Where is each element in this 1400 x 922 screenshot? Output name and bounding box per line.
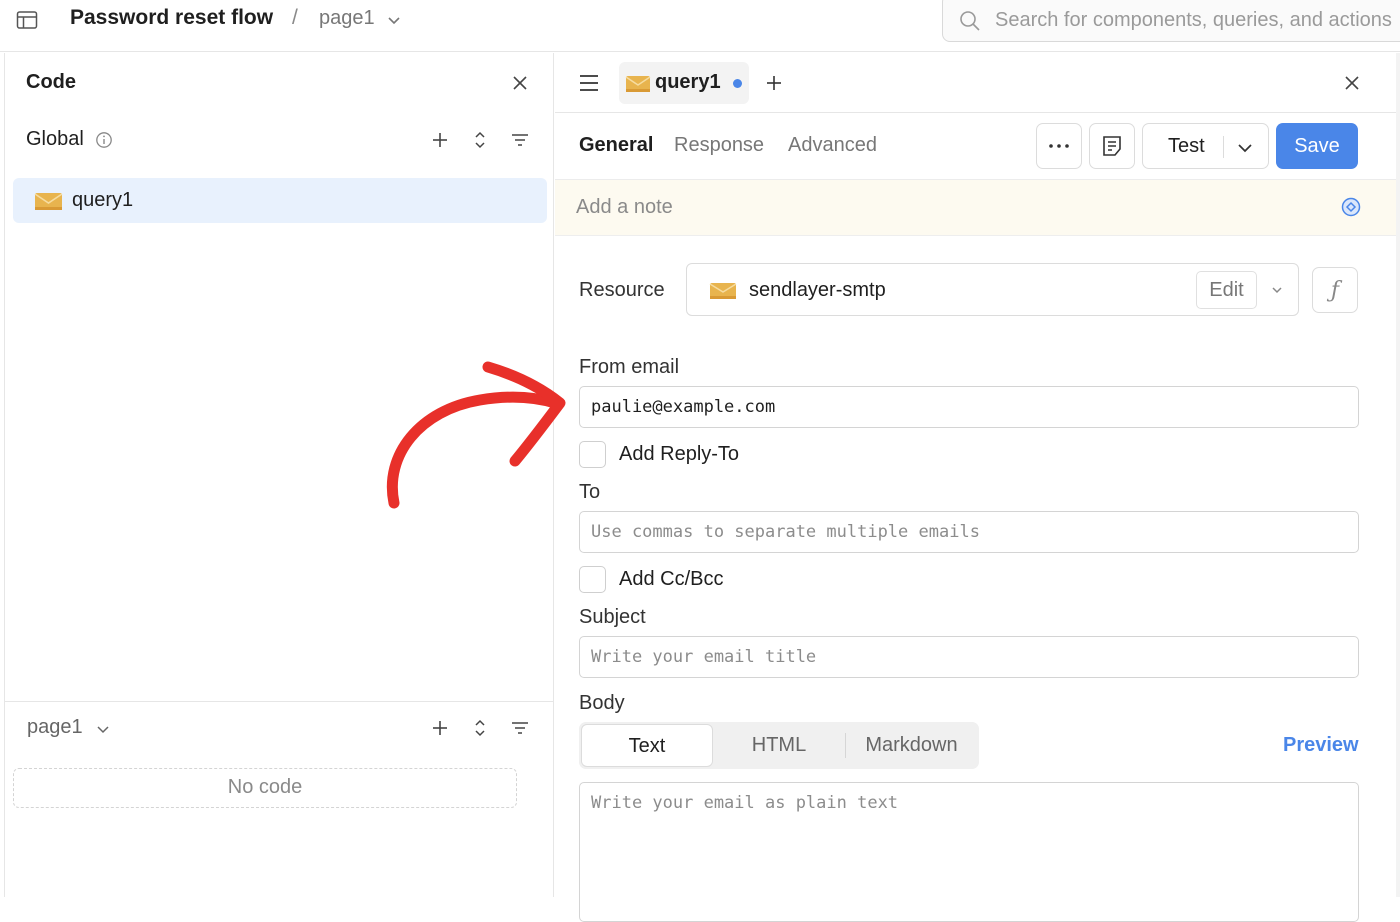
filter-icon (512, 134, 528, 146)
expand-collapse-button[interactable] (468, 128, 492, 152)
test-label: Test (1168, 135, 1205, 157)
breadcrumb-separator: / (292, 6, 298, 29)
save-button[interactable]: Save (1276, 123, 1358, 169)
more-horizontal-icon (1049, 144, 1069, 148)
search-icon (960, 11, 980, 31)
expand-icon (475, 131, 485, 149)
function-toggle-button[interactable]: ƒ (1312, 267, 1358, 313)
preview-link[interactable]: Preview (1283, 734, 1359, 757)
query-list-item[interactable]: query1 (13, 178, 547, 223)
filter-icon (512, 722, 528, 734)
format-text-option[interactable]: Text (581, 724, 713, 767)
editor-subtabs: General Response Advanced Test Save (555, 114, 1400, 180)
to-input[interactable] (579, 511, 1359, 553)
filter-button[interactable] (508, 716, 532, 740)
annotation-arrow-icon (386, 361, 566, 509)
note-placeholder: Add a note (576, 196, 673, 218)
subject-label: Subject (579, 606, 646, 628)
page-selector[interactable]: page1 (319, 7, 375, 30)
tab-response[interactable]: Response (674, 134, 764, 157)
chevron-down-icon[interactable] (1269, 282, 1285, 298)
plus-icon (433, 133, 447, 147)
tab-general[interactable]: General (579, 134, 653, 157)
filter-button[interactable] (508, 128, 532, 152)
panel-title: Code (26, 71, 76, 93)
unsaved-indicator (733, 79, 742, 88)
global-section-label: Global (26, 128, 84, 150)
from-email-label: From email (579, 356, 680, 378)
to-label: To (579, 481, 601, 503)
resource-value: sendlayer-smtp (749, 279, 886, 301)
empty-state: No code (13, 768, 517, 808)
body-textarea[interactable] (579, 782, 1359, 922)
query-name: query1 (72, 189, 134, 211)
close-icon (513, 76, 527, 90)
tab-advanced[interactable]: Advanced (788, 134, 877, 157)
cc-bcc-checkbox[interactable] (579, 566, 606, 593)
note-bar[interactable]: Add a note (555, 180, 1400, 236)
plus-icon (433, 721, 447, 735)
tab-query1[interactable]: query1 (619, 62, 749, 104)
hamburger-menu-icon (580, 75, 598, 91)
chevron-down-icon[interactable] (95, 721, 111, 737)
button-separator (1223, 136, 1224, 158)
close-editor-button[interactable] (1340, 71, 1364, 95)
chevron-down-icon[interactable] (386, 12, 402, 28)
tab-label: query1 (655, 71, 721, 93)
test-button[interactable]: Test (1142, 123, 1269, 169)
body-label: Body (579, 692, 625, 714)
chevron-down-icon[interactable] (1236, 139, 1254, 157)
plus-icon (767, 76, 781, 90)
query-editor: query1 General Response Advanced Test Sa… (555, 53, 1400, 922)
add-query-button[interactable] (428, 128, 452, 152)
menu-button[interactable] (577, 71, 601, 95)
notes-icon (1103, 136, 1121, 156)
notes-button[interactable] (1089, 123, 1135, 169)
from-email-input[interactable] (579, 386, 1359, 428)
resource-select[interactable]: sendlayer-smtp Edit (686, 263, 1299, 316)
resource-label: Resource (579, 279, 665, 301)
layout-icon[interactable] (16, 9, 38, 31)
info-icon[interactable] (95, 131, 113, 149)
edit-resource-button[interactable]: Edit (1196, 271, 1257, 309)
reply-to-checkbox[interactable] (579, 441, 606, 468)
page-section-label[interactable]: page1 (27, 716, 83, 739)
scrollbar[interactable] (1396, 53, 1400, 897)
expand-icon (475, 719, 485, 737)
editor-tab-bar: query1 (555, 53, 1400, 113)
function-icon: ƒ (1330, 277, 1340, 303)
mail-icon (709, 283, 737, 299)
more-options-button[interactable] (1036, 123, 1082, 169)
add-page-query-button[interactable] (428, 716, 452, 740)
close-panel-button[interactable] (508, 71, 532, 95)
body-format-toggle: Text HTML Markdown (579, 722, 979, 769)
pin-icon[interactable] (1340, 196, 1362, 218)
top-bar: Password reset flow / page1 (0, 0, 1400, 52)
mail-icon (625, 76, 651, 92)
subject-input[interactable] (579, 636, 1359, 678)
section-divider (5, 701, 553, 702)
search-input[interactable] (995, 3, 1400, 37)
cc-bcc-label[interactable]: Add Cc/Bcc (619, 568, 723, 591)
app-title: Password reset flow (70, 6, 274, 29)
mail-icon (34, 193, 63, 210)
new-tab-button[interactable] (762, 71, 786, 95)
reply-to-label[interactable]: Add Reply-To (619, 443, 739, 466)
format-markdown-option[interactable]: Markdown (846, 724, 977, 767)
close-icon (1345, 76, 1359, 90)
search-box[interactable] (942, 0, 1400, 42)
format-html-option[interactable]: HTML (713, 724, 845, 767)
expand-collapse-button[interactable] (468, 716, 492, 740)
